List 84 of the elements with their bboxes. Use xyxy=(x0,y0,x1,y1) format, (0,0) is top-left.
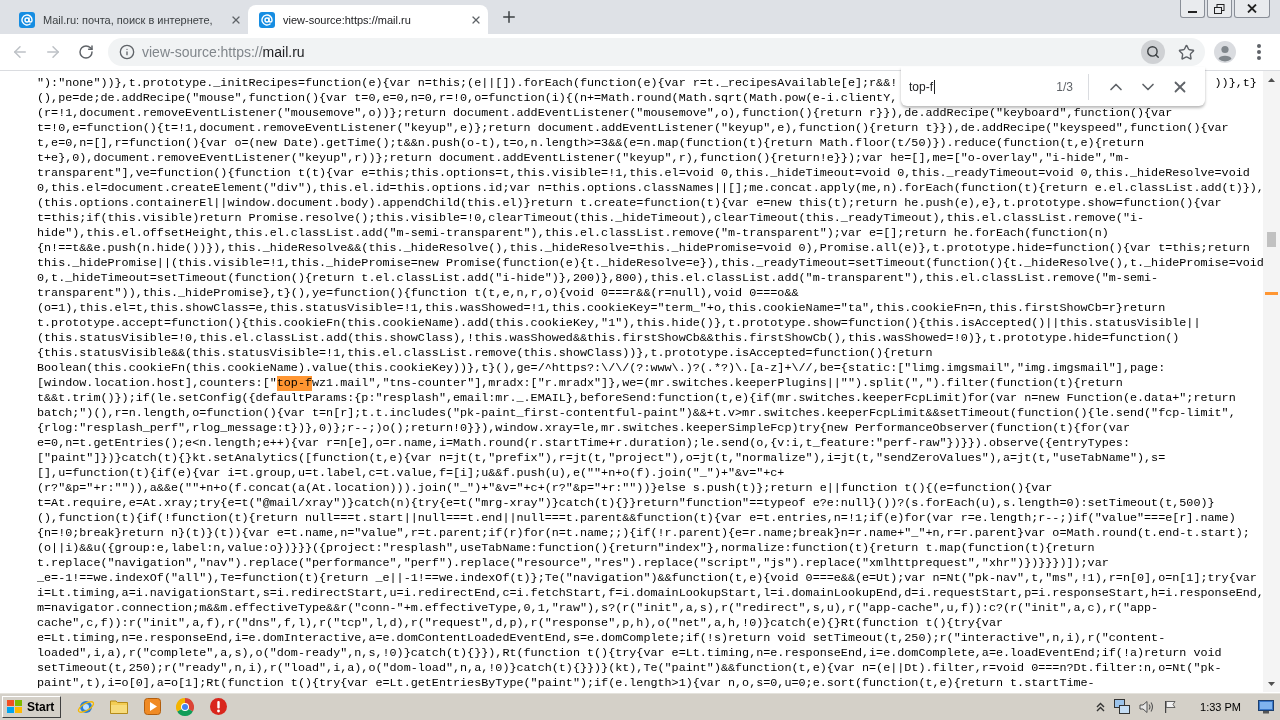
menu-icon xyxy=(1257,44,1261,60)
source-code-text: cache",c,f)):r("init",a,f),r("dns",f,l),r("tcp",l,d),r("request",d,p),r("response",p,h),o("net",a,h,!0)}catch(e){}Rt(function t(){try{var xyxy=(37,616,1003,631)
flag-icon[interactable] xyxy=(1163,699,1178,714)
close-icon xyxy=(1247,4,1257,13)
triangle-up-icon xyxy=(1268,77,1275,82)
at-sign-icon xyxy=(19,11,35,28)
source-code-text: Boolean(this.cookieFn(this.cookieName).value(this.cookieKey))},t}(),ge=/^https?:\/\/(?:www\.)?(.*?)\.[a-z]+\//,be={static:["limg.imgsmail","img.imgsmail"],page: xyxy=(37,361,1166,376)
browser-tab[interactable]: view-source:https://mail.ru xyxy=(248,5,488,34)
url-text: view-source:https://mail.ru xyxy=(142,44,305,60)
source-code-text: (r=!1,document.removeEventListener("mousemove",o))};return document.addEventListener("mousemove",o),function(){return r}}),de.addRecipe("keyboard",function(){var xyxy=(37,106,1173,121)
vertical-scrollbar[interactable] xyxy=(1263,71,1280,692)
speaker-icon[interactable] xyxy=(1139,699,1155,714)
source-code-text: t.replace("navigation","nav").replace("performance","perf").replace("resource","res").replace("script","js").replace("xmlhttprequest","xhr")})}}})]);var xyxy=(37,556,1109,571)
source-code-text: hide"),this.el.offsetHeight,this.el.classList.add("m-semi-transparent"),this.el.classList.remove("m-transparent");var e=[];return he.forEach(function(n) xyxy=(37,226,1109,241)
chevron-up-icon[interactable] xyxy=(1096,701,1106,712)
source-code-text: t&&t.trim()});if(le.setConfig({defaultParams:{p:"resplash",email:mr._.EMAIL},beforeSend:function(t,e){if(mr.switches.keeperFcpLimit)for(var n=new Function(e.data+";return xyxy=(37,391,1236,406)
arrow-right-icon xyxy=(44,43,62,61)
source-code-text: [],u=function(t){if(e){var i=t.group,u=t.label,c=t.value,f=[i];u&&f.push(u),e(""+n+o(f).join("_")+"&v="+c+ xyxy=(37,466,785,481)
source-code-text: [window.location.host],counters:[" xyxy=(37,376,277,391)
source-code-text: wz1.mail","tns-counter"],mradx:["r.mradx"]},we=(mr.switches.keeperPlugins||"").split(",").filter(function(t){return xyxy=(312,376,1123,391)
source-code-text: transparent")),this._hidePromise},t}(),ye=function(){function t(t,e,n,r,o){void 0===r&&(r=null),void 0===o&& xyxy=(37,286,799,301)
plus-icon xyxy=(500,8,518,26)
profile-button[interactable] xyxy=(1211,38,1239,66)
start-button[interactable]: Start xyxy=(2,695,62,718)
source-code-text: t,e=0,n=[],r=function(){var o=(new Date).getTime();t&&n.push(o-t),t=o,n.length>=3&&(e=n.map(function(t){return Math.floor(t/50)}).reduce(function(t,e){return xyxy=(37,136,1145,151)
zoom-magnifier-button[interactable] xyxy=(1141,40,1165,64)
at-sign-icon xyxy=(259,11,275,28)
source-code-text: (this.statusVisible=!0,this.el.classList.add(this.showClass),!this.wasShowed&&this.firstShowCb&&this.firstShowCb(),this.wasShowed=!0)},t.prototype.hide=function() xyxy=(37,331,1180,346)
address-bar[interactable]: view-source:https://mail.ru xyxy=(108,38,1205,66)
match-marker xyxy=(1265,292,1278,295)
source-code-text: (this.options.containerEl||window.document.body).appendChild(this.el)}return t.create=function(t){var e=new this(t);return he.push(e),e},t.prototype.show=function(){var xyxy=(37,196,1222,211)
source-code-text: (),pe=de;de.addRecipe("mouse",function(){var t=0,e=0,n=0,r=!0,o=function(i){(n+=Math.round(Math.sqrt(Math.pow(e-i.clientY, xyxy=(37,91,898,106)
clock-text: 1:33 PM xyxy=(1200,700,1241,713)
source-code-text: 0,t._hideTimeout=setTimeout(function(){return t.el.classList.add("i-hide")},200)},800),this.el.classList.add("m-transparent"),this.el.classList.remove("m-semi- xyxy=(37,271,1159,286)
source-code-text: e=Lt.timing,n=e.responseEnd,i=e.domInteractive,a=e.domContentLoadedEventEnd,s=e.domComplete;if(!s)return void setTimeout(t,250);r("interactive",n,i),r("content- xyxy=(37,631,1166,646)
segmented-circle-icon xyxy=(176,697,195,716)
source-code-text: {rlog:"resplash_perf",rlog_message:t})},0)};r--;)o();return!0}}),window.xray=le,mr.switches.keeperSimpleFcp)try{new PerformanceObserver(function(t){for(var xyxy=(37,421,1130,436)
star-icon xyxy=(1177,43,1195,61)
source-code-text: (),function(t){if(!function(t){return null===t.start||null===t.end||null===t.parent&&function(t){var e=t.entries,n=!1;if(e)for(var r=e.length;r--;)if("value"===e[r].name) xyxy=(37,511,1236,526)
magnifier-icon xyxy=(1146,45,1160,59)
find-field[interactable]: top-f xyxy=(909,75,1057,98)
reload-icon xyxy=(78,44,94,60)
source-code-text: t.prototype.accept=function(){this.cookieFn(this.cookieName).add(this.cookieKey,"1"),this.hide()},t.prototype.show=function(){this.isAccepted()||this.statusVisible|| xyxy=(37,316,1201,331)
source-code-text: t+e},0),document.removeEventListener("keyup",r))};return document.addEventListener("keyup",r),function(){return!e}});var he=[],me=["o-overlay","i-hide","m- xyxy=(37,151,1130,166)
triangle-down-icon xyxy=(1268,681,1275,686)
windows-flag-icon xyxy=(7,699,23,714)
source-code-text: ))},t} xyxy=(1214,76,1257,91)
scrollbar-thumb[interactable] xyxy=(1267,232,1276,247)
source-code-text: m=navigator.connection;m&&m.effectiveType&&r("conn-"+m.effectiveType,0,1,"raw"),s?(r("init",a,s),r("redirect",s,u),r("app-cache",u,f)):c?(r("init",a,c),r("app- xyxy=(37,601,1159,616)
source-code-text: (r?"&p="+r:"")),a&&e(""+n+o(f.concat(a(At.location))).join("_")+"&v="+c+(r?"&p="+r:""))}else s.push(t)};return e||function t(){(e=function(){var xyxy=(37,481,1053,496)
source-code-text: {this.statusVisible&&(this.statusVisible=!1,this.el.classList.remove(this.showClass))},t.prototype.isAccepted=function(){return xyxy=(37,346,933,361)
window-close-button[interactable] xyxy=(1234,0,1270,18)
source-code-text: loaded",i,a),r("complete",a,s),o("dom-ready",n,s,!0)}catch(t){}}),Rt(function t(){try{var e=Lt.timing,n=e.responseEnd,i=e.domComplete,a=e.loadEventEnd;if(!a)return void xyxy=(37,646,1222,661)
info-icon xyxy=(119,44,135,60)
source-code-text: batch;")(),r=n.length,o=function(){var t=n[r];t.t.includes("pk-paint_first-contentful-paint")&&+t.v>mr.switches.keeperFcpLimit&&setTimeout(function(){le.send("fcp-limit", xyxy=(37,406,1236,421)
alert-icon xyxy=(209,698,227,715)
source-code-text: {n!==t&&e.push(n.hide())}),this._hideResolve&&(this._hideResolve(),this._hideResolve=this._hidePromise=void 0),Promise.all(e)},t.prototype.hide=function(){var t=this;return xyxy=(37,241,1250,256)
source-code-text: (o=1),this.el=t,this.showClass=e,this.statusVisible=!1,this.wasShowed=!1,this.cookieKey="term_"+o,this.cookieName="ta",this.cookieFn=n,this.firstShowCb=r}return xyxy=(37,301,1166,316)
source-code-text: transparent"],ve=function(){function t(t){var e=this;this.options=t,this.visible=!1,this.el=void 0,this._hideTimeout=void 0,this._readyTimeout=void 0,this._hideResolve=void xyxy=(37,166,1250,181)
source-code-text: i=Lt.timing,a=i.navigationStart,s=i.redirectStart,u=i.redirectEnd,c=i.fetchStart,f=i.domainLookupStart,l=i.domainLookupEnd,d=i.requestStart,p=i.responseStart,h=i.responseEnd, xyxy=(37,586,1264,601)
restore-icon xyxy=(1214,3,1225,14)
monitor-icon[interactable] xyxy=(1258,699,1274,714)
source-code-text: _e=-1!==we.indexOf("all"),Te=function(t){return _e||-1!==we.indexOf(t)};Te("navigation")&&function(t,e){void 0===e&&(e=Ut);var n=Nt("pk-nav",t,"ms",!1),r=n[0],o=n[1];try{var xyxy=(37,571,1257,586)
network-icon[interactable] xyxy=(1114,698,1131,715)
restore-button[interactable] xyxy=(1207,0,1232,18)
browser-tab[interactable]: Mail.ru: почта, поиск в интернете, xyxy=(8,5,248,34)
source-code-text: t=this;if(this.visible)return Promise.resolve();this.visible=!0,clearTimeout(this._hideTimeout),clearTimeout(this._readyTimeout),this.el.classList.remove("i- xyxy=(37,211,1145,226)
source-code-text: setTimeout(t,250);r("ready",n,i),r("load",i,a),o("dom-load",n,a,!0)}catch(t){}})}(kt),Te("paint")&&function(t,e){var n=(e||Dt).filter,r=void 0===n?Dt.filter:n,o=Nt("pk- xyxy=(37,661,1222,676)
minimize-button[interactable] xyxy=(1180,0,1205,18)
source-code-text: e=0,n=t.getEntries();e<n.length;e++){var r=n[e],o=r.name,i=Math.round(r.startTime+r.duration);le.send(o,{v:i,t_feature:"perf-raw"})}}).observe({entryTypes: xyxy=(37,436,1130,451)
avatar-icon xyxy=(1214,41,1236,63)
folder-icon xyxy=(110,699,129,714)
source-code-text: ["paint"]})}catch(t){}kt.setAnalytics([function(t,e){var n=jt(t,"prefix"),r=jt(t,"project"),o=jt(t,"normalize"),i=jt(t,"sendZeroValues"),a=jt(t,"useTabName"),s= xyxy=(37,451,1166,466)
source-code-text: this._hidePromise||(this.visible=!1,this._hidePromise=new Promise(function(e){t._hideResolve=e}),this._readyTimeout=setTimeout(function(){t._hideResolve(),t._hidePromise=void xyxy=(37,256,1264,271)
source-code-text: (o||i)&&u({group:e,label:n,value:o})}}}({project:"resplash",useTabName:function(){return"index"},normalize:function(t){return t.map(function(t){return xyxy=(37,541,1095,556)
play-icon xyxy=(143,698,161,715)
source-code-text: "):"none"))},t.prototype._initRecipes=function(e){var n=this;(e||[]).forEach(function(e){var r=t._recipesAvailable[e];r&&! xyxy=(37,76,898,91)
source-code-text: t=At.require,e=At.xray;try{e=t("@mail/xray")}catch(n){try{e=t("mrg-xray")}catch(t){}}return"function"==typeof e?e:null}())?(s.forEach(u),s.length=0):setTimeout(t,500)} xyxy=(37,496,1215,511)
minimize-icon xyxy=(1188,11,1197,13)
source-code-text: 0,this.el=document.createElement("div"),this.el.id=this.options.id;var n=this.options.classNames||[];me.concat.apply(me,n).forEach(function(t){return e.el.classList.add(t)}), xyxy=(37,181,1264,196)
source-code-text: t=!0,e=function(){t=!1,document.removeEventListener("keyup",e)};return document.addEventListener("keyup",e),function(){return t}}),de.addRecipe("keyspeed",function(){var xyxy=(37,121,1229,136)
source-code-text: {n=!0;break}return n}(t)}(t)){var e=t.name,n="value",r=t.parent;if(r)for(n=t.name;;){if(!r.parent){e=r.name;break}n=r.name+"_"+n,r=r.parent}var o=Math.round(t.end-t.start); xyxy=(37,526,1250,541)
source-code-text: paint",t),i=o[0],a=o[1];Rt(function t(){try{var e=Lt.getEntriesByType("paint");if(e.length>1){var n,o,s=0,u=0;e.sort(function(t,e){return t.startTime- xyxy=(37,676,1095,691)
match-count: 1/3 xyxy=(1056,79,1073,94)
